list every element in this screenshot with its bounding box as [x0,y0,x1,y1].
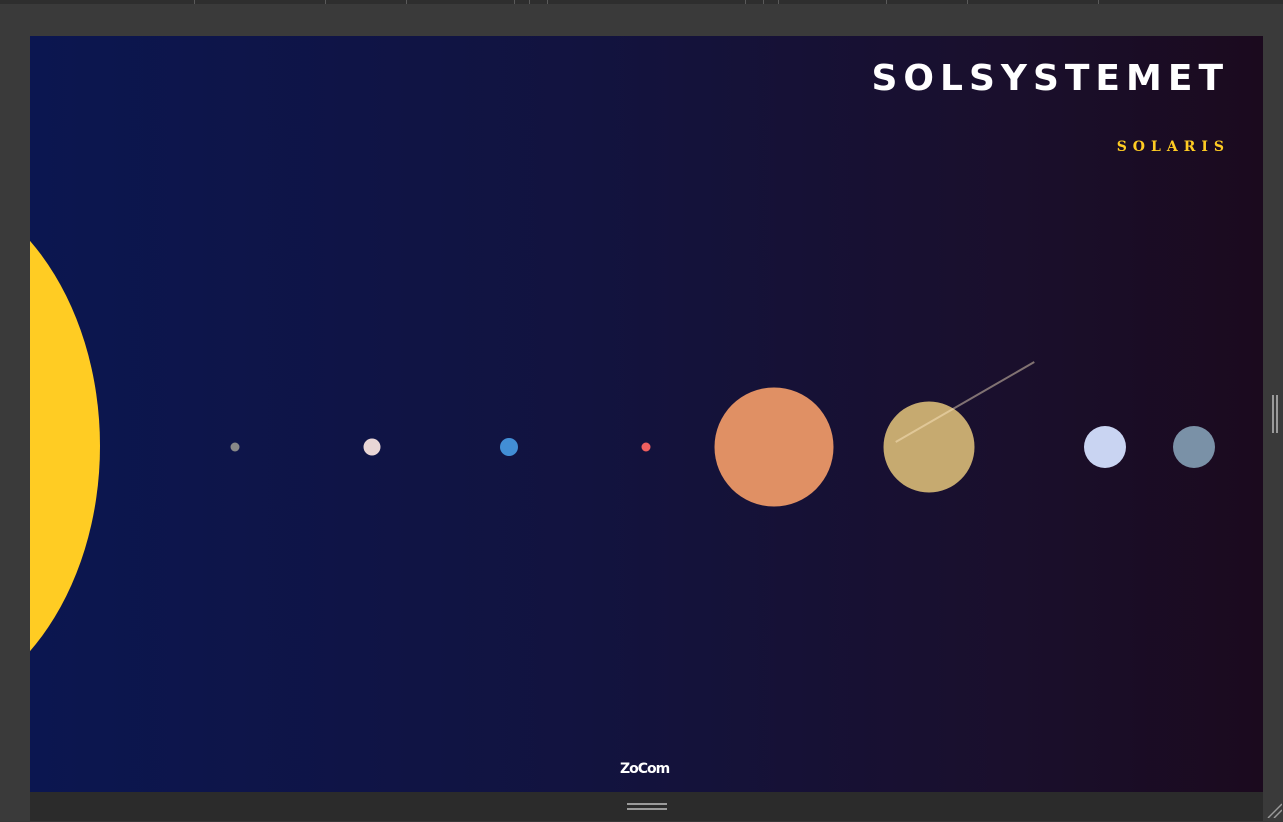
sun[interactable] [30,176,100,716]
drag-handle-line [627,803,667,805]
solar-system-canvas: SOLSYSTEMET SOLARIS ZoCom [30,36,1263,792]
zocom-logo: ZoCom [620,761,670,777]
ruler-tick [967,0,968,4]
planet-8[interactable] [1173,426,1215,468]
planet-2[interactable] [363,438,381,456]
page-title: SOLSYSTEMET [871,58,1229,99]
ruler-tick [406,0,407,4]
drag-handle-line [1276,395,1278,433]
ruler-tick [529,0,530,4]
ruler-tick [886,0,887,4]
top-ruler [0,0,1283,4]
ruler-tick [194,0,195,4]
ruler-tick [745,0,746,4]
ruler-tick [514,0,515,4]
planet-4[interactable] [641,442,651,452]
ruler-tick [763,0,764,4]
ruler-tick [547,0,548,4]
page-subtitle: SOLARIS [1116,139,1230,155]
ruler-tick [325,0,326,4]
resize-corner-icon[interactable] [1266,802,1283,819]
planet-1[interactable] [230,442,240,452]
planet-5[interactable] [714,387,834,507]
planet-7[interactable] [1084,426,1126,468]
drag-handle-line [627,808,667,810]
editor-frame: SOLSYSTEMET SOLARIS ZoCom [0,0,1283,821]
drag-handle-line [1272,395,1274,433]
ruler-tick [778,0,779,4]
drag-handle-icon[interactable] [627,803,667,812]
planet-6[interactable] [883,401,975,493]
ruler-tick [1098,0,1099,4]
drag-handle-icon[interactable] [1272,395,1280,433]
planet-3[interactable] [500,438,518,456]
